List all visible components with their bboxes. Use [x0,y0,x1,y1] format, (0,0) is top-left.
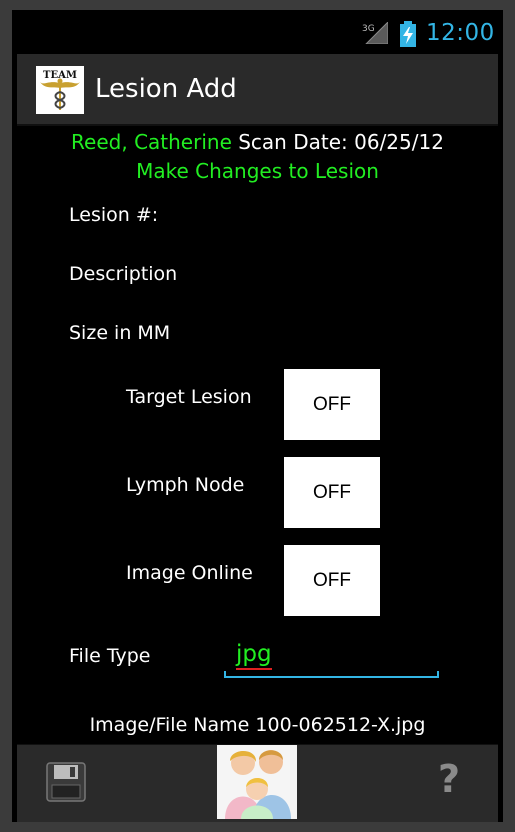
signal-icon: 3G [362,22,388,44]
image-online-toggle[interactable]: OFF [284,545,380,616]
page-title: Lesion Add [95,74,237,104]
device-screen: 3G 12:00 TEAM Lesion Add Reed, Catherine… [12,10,503,822]
file-type-value: jpg [236,640,272,670]
scan-date: Scan Date: 06/25/12 [238,130,444,154]
app-logo-icon[interactable]: TEAM [36,66,84,114]
family-icon[interactable] [217,745,297,819]
file-type-input[interactable]: jpg [224,638,439,678]
action-bar: TEAM Lesion Add [17,54,498,126]
lymph-node-toggle[interactable]: OFF [284,457,380,528]
help-icon[interactable]: ? [438,757,460,801]
file-type-label: File Type [69,645,151,667]
patient-name: Reed, Catherine [71,130,232,154]
image-online-label: Image Online [126,562,253,584]
battery-charging-icon [400,21,416,47]
target-lesion-toggle[interactable]: OFF [284,369,380,440]
file-name-text: Image/File Name 100-062512-X.jpg [89,714,426,736]
size-label: Size in MM [69,322,171,344]
bottom-bar: ? [17,744,498,822]
status-bar: 3G 12:00 [12,10,503,52]
patient-header: Reed, Catherine Scan Date: 06/25/12 [12,130,503,154]
page-subtitle: Make Changes to Lesion [136,159,379,183]
clock: 12:00 [426,20,495,46]
network-type: 3G [362,24,375,34]
lesion-number-label: Lesion #: [69,204,159,226]
description-label: Description [69,263,178,285]
target-lesion-label: Target Lesion [126,386,252,408]
floppy-disk-icon[interactable] [46,762,86,802]
lymph-node-label: Lymph Node [126,474,245,496]
